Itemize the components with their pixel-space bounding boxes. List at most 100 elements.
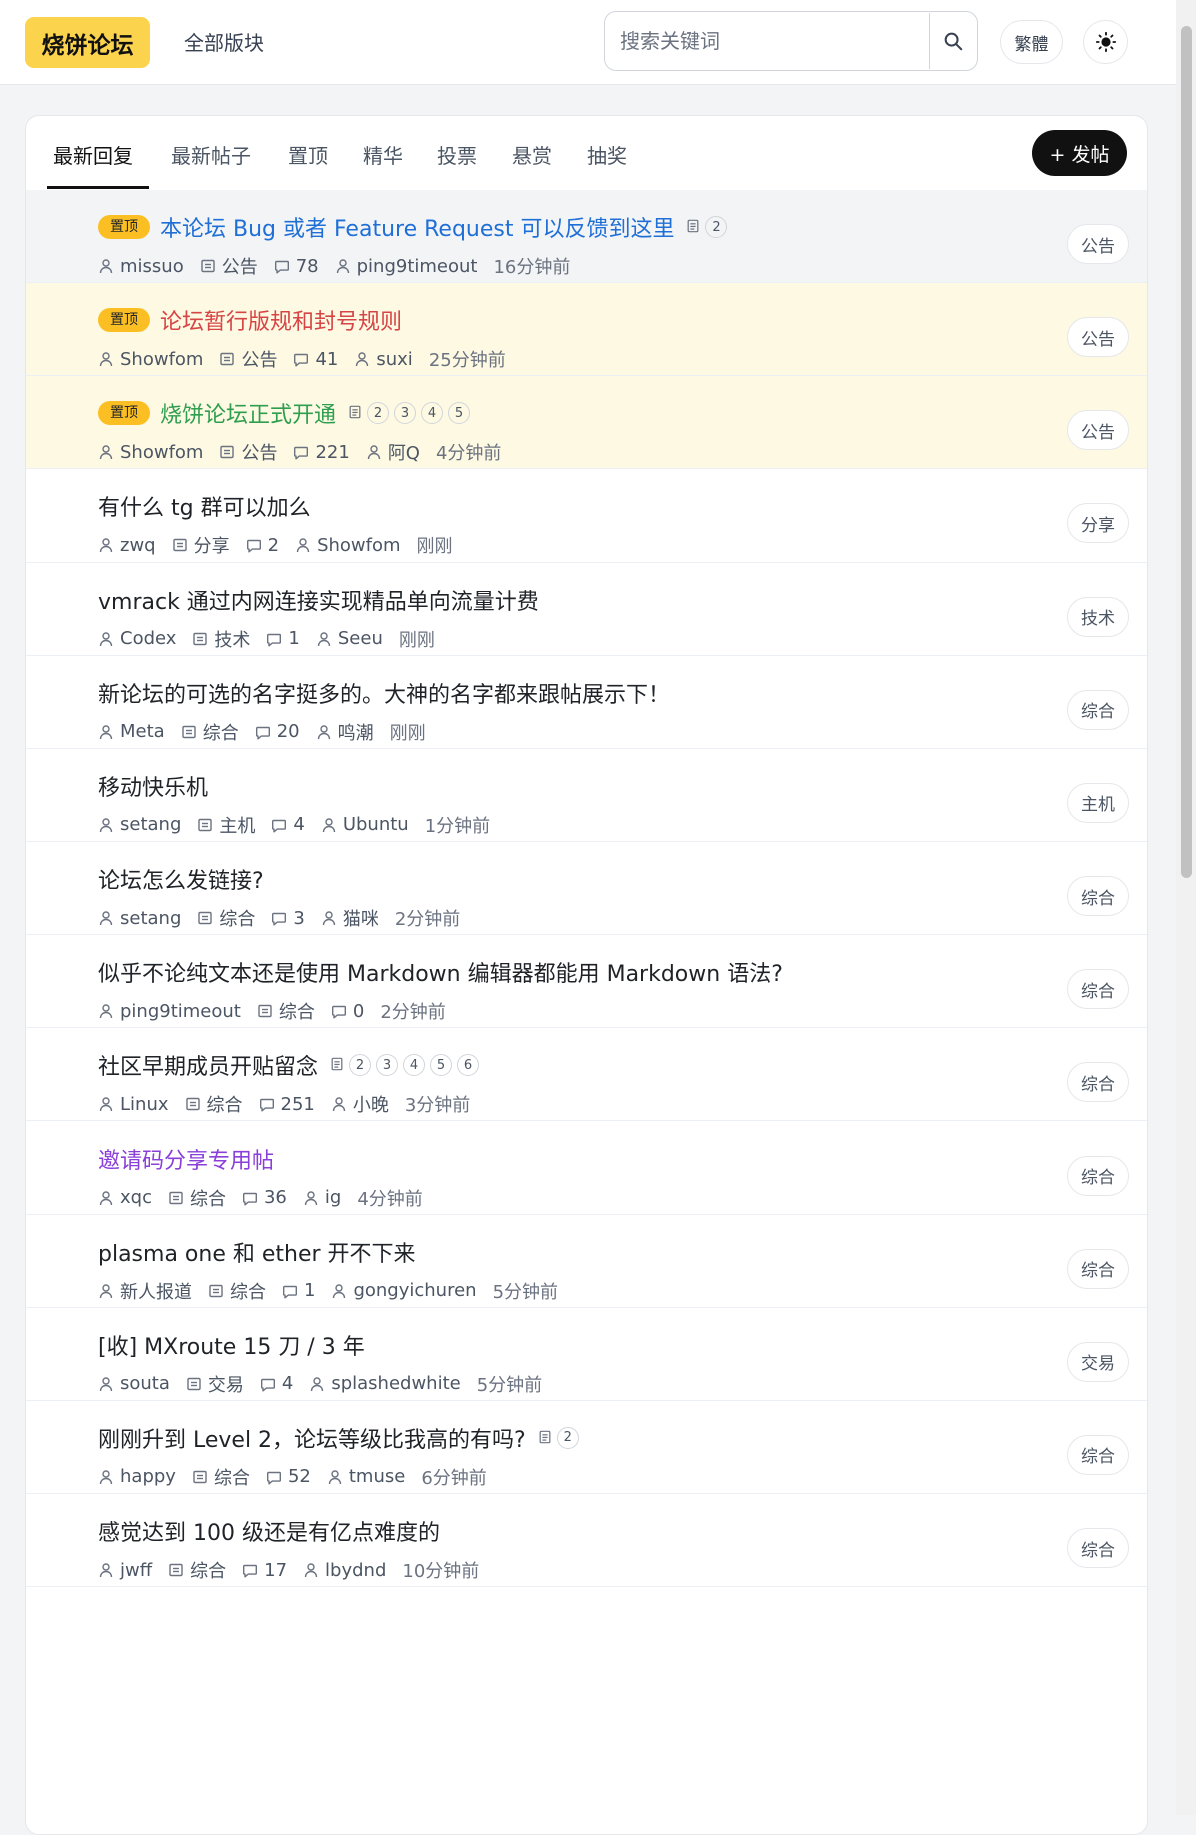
board-item[interactable]: 公告 [219, 346, 277, 372]
last-reply-user-item[interactable]: tmuse [327, 1466, 405, 1487]
tab-lottery[interactable]: 抽奖 [587, 140, 627, 169]
last-reply-user[interactable]: 猫咪 [343, 905, 379, 931]
topic-title[interactable]: [收] MXroute 15 刀 / 3 年 [98, 1329, 365, 1361]
topic-row[interactable]: 有什么 tg 群可以加么 zwq 分享 2 Showfom 刚刚 分享 [26, 469, 1147, 563]
author-item[interactable]: jwff [98, 1560, 152, 1581]
tab-featured[interactable]: 精华 [363, 140, 403, 169]
topic-title[interactable]: vmrack 通过内网连接实现精品单向流量计费 [98, 584, 539, 616]
author-name[interactable]: setang [120, 908, 181, 929]
last-reply-user-item[interactable]: 鸣潮 [316, 719, 374, 745]
last-reply-user-item[interactable]: lbydnd [303, 1560, 386, 1581]
page-link[interactable]: 5 [448, 402, 471, 425]
last-reply-user[interactable]: tmuse [349, 1466, 405, 1487]
board-item[interactable]: 综合 [192, 1464, 250, 1490]
page-link[interactable]: 2 [349, 1054, 372, 1077]
tab-pinned[interactable]: 置顶 [288, 140, 328, 169]
board-item[interactable]: 技术 [192, 626, 250, 652]
author-name[interactable]: Showfom [120, 442, 203, 463]
board-name[interactable]: 主机 [219, 812, 255, 838]
last-reply-user-item[interactable]: ping9timeout [335, 256, 477, 277]
topic-title[interactable]: 有什么 tg 群可以加么 [98, 490, 311, 522]
author-item[interactable]: setang [98, 908, 181, 929]
topic-title[interactable]: 似乎不论纯文本还是使用 Markdown 编辑器都能用 Markdown 语法? [98, 956, 783, 988]
board-name[interactable]: 公告 [222, 253, 258, 279]
last-reply-user[interactable]: Showfom [317, 535, 400, 556]
topic-row[interactable]: 刚刚升到 Level 2，论坛等级比我高的有吗? 2 happy 综合 52 tmuse 6… [26, 1401, 1147, 1495]
topic-title[interactable]: 论坛怎么发链接? [98, 863, 264, 895]
board-name[interactable]: 综合 [190, 1557, 226, 1583]
search-button[interactable] [929, 12, 977, 70]
tab-latest-posts[interactable]: 最新帖子 [171, 140, 251, 169]
last-reply-user[interactable]: ig [325, 1187, 341, 1208]
all-boards-link[interactable]: 全部版块 [184, 27, 264, 56]
category-chip[interactable]: 分享 [1067, 503, 1129, 544]
page-link[interactable]: 4 [421, 402, 444, 425]
author-item[interactable]: souta [98, 1373, 170, 1394]
author-name[interactable]: zwq [120, 535, 156, 556]
category-chip[interactable]: 主机 [1067, 782, 1129, 823]
topic-row[interactable]: 感觉达到 100 级还是有亿点难度的 jwff 综合 17 lbydnd 10分钟前 综合 [26, 1494, 1147, 1588]
board-name[interactable]: 综合 [219, 905, 255, 931]
author-item[interactable]: ping9timeout [98, 1001, 241, 1022]
board-item[interactable]: 综合 [208, 1278, 266, 1304]
page-link[interactable]: 3 [394, 402, 417, 425]
board-name[interactable]: 技术 [214, 626, 250, 652]
board-item[interactable]: 综合 [168, 1185, 226, 1211]
last-reply-user-item[interactable]: 阿Q [366, 439, 420, 465]
last-reply-user-item[interactable]: suxi [354, 349, 413, 370]
page-link[interactable]: 2 [705, 216, 728, 238]
author-name[interactable]: Linux [120, 1094, 169, 1115]
theme-toggle-button[interactable] [1083, 20, 1128, 64]
author-name[interactable]: Codex [120, 628, 176, 649]
topic-title[interactable]: 刚刚升到 Level 2，论坛等级比我高的有吗? [98, 1422, 526, 1454]
last-reply-user-item[interactable]: gongyichuren [331, 1280, 477, 1301]
page-link[interactable]: 2 [367, 402, 390, 425]
topic-title[interactable]: 社区早期成员开贴留念 [98, 1049, 318, 1081]
search-input[interactable] [606, 13, 930, 69]
board-name[interactable]: 综合 [230, 1278, 266, 1304]
scrollbar-thumb[interactable] [1181, 26, 1192, 878]
board-name[interactable]: 公告 [241, 439, 277, 465]
board-name[interactable]: 交易 [208, 1371, 244, 1397]
author-item[interactable]: Linux [98, 1094, 169, 1115]
author-name[interactable]: xqc [120, 1187, 152, 1208]
topic-row[interactable]: 似乎不论纯文本还是使用 Markdown 编辑器都能用 Markdown 语法?… [26, 935, 1147, 1029]
category-chip[interactable]: 公告 [1067, 410, 1129, 451]
category-chip[interactable]: 公告 [1067, 224, 1129, 264]
board-name[interactable]: 综合 [214, 1464, 250, 1490]
last-reply-user[interactable]: 鸣潮 [338, 719, 374, 745]
board-name[interactable]: 综合 [203, 719, 239, 745]
last-reply-user-item[interactable]: Ubuntu [321, 814, 409, 835]
author-name[interactable]: setang [120, 814, 181, 835]
board-name[interactable]: 综合 [279, 998, 315, 1024]
page-link[interactable]: 3 [376, 1054, 399, 1077]
author-name[interactable]: Showfom [120, 349, 203, 370]
topic-title[interactable]: 邀请码分享专用帖 [98, 1143, 274, 1175]
topic-row[interactable]: 新论坛的可选的名字挺多的。大神的名字都来跟帖展示下！ Meta 综合 20 鸣潮 刚刚 综合 [26, 656, 1147, 749]
topic-row[interactable]: 置顶 本论坛 Bug 或者 Feature Request 可以反馈到这里 2 mis… [26, 190, 1147, 284]
board-name[interactable]: 综合 [207, 1091, 243, 1117]
board-name[interactable]: 分享 [194, 532, 230, 558]
author-name[interactable]: missuo [120, 256, 184, 277]
topic-row[interactable]: 置顶 烧饼论坛正式开通 2 3 4 5 Showfom 公告 221 阿Q 4分钟前 公告 [26, 376, 1147, 470]
traditional-chinese-button[interactable]: 繁體 [1000, 20, 1063, 64]
board-name[interactable]: 综合 [190, 1185, 226, 1211]
board-item[interactable]: 综合 [168, 1557, 226, 1583]
topic-title[interactable]: 新论坛的可选的名字挺多的。大神的名字都来跟帖展示下！ [98, 677, 670, 709]
topic-row[interactable]: plasma one 和 ether 开不下来 新人报道 综合 1 gongyichur… [26, 1215, 1147, 1308]
board-item[interactable]: 综合 [257, 998, 315, 1024]
page-link[interactable]: 6 [457, 1054, 480, 1077]
board-item[interactable]: 交易 [186, 1371, 244, 1397]
topic-title[interactable]: 感觉达到 100 级还是有亿点难度的 [98, 1515, 440, 1547]
board-item[interactable]: 综合 [197, 905, 255, 931]
page-scrollbar[interactable] [1176, 0, 1196, 1815]
new-post-button[interactable]: + 发帖 [1032, 130, 1127, 176]
author-item[interactable]: xqc [98, 1187, 152, 1208]
last-reply-user-item[interactable]: 猫咪 [321, 905, 379, 931]
last-reply-user[interactable]: 小晚 [353, 1091, 389, 1117]
last-reply-user-item[interactable]: ig [303, 1187, 341, 1208]
site-logo[interactable]: 烧饼论坛 [25, 17, 150, 68]
author-item[interactable]: setang [98, 814, 181, 835]
author-item[interactable]: zwq [98, 535, 156, 556]
board-item[interactable]: 分享 [172, 532, 230, 558]
